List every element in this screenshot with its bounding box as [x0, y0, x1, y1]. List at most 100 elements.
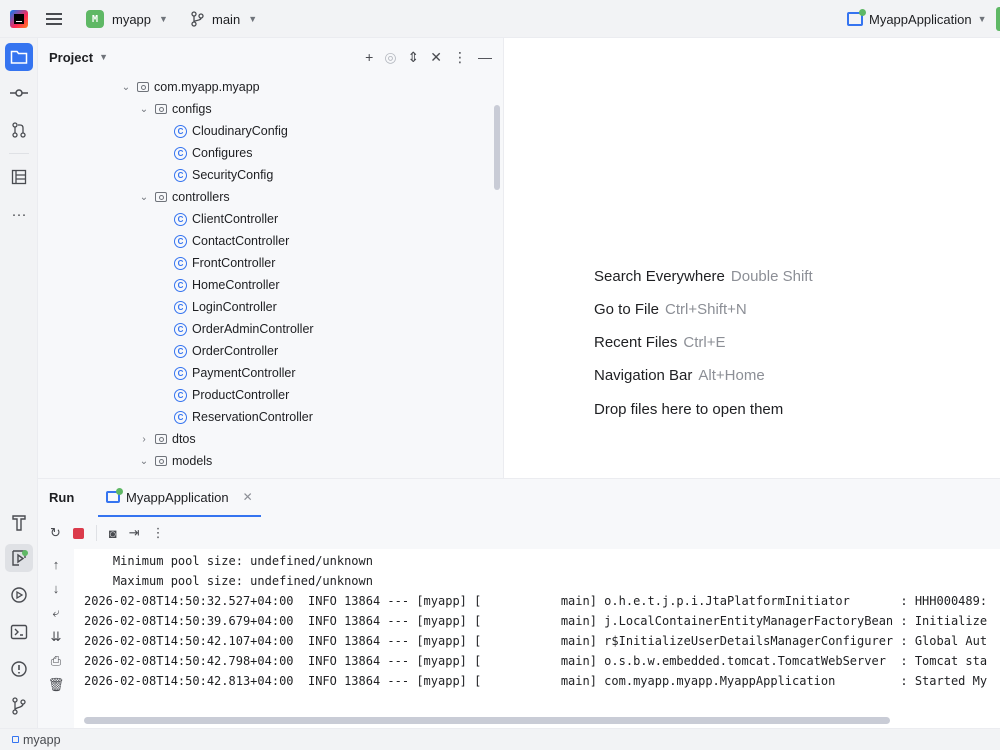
hint-go-to-file[interactable]: Go to File Ctrl+Shift+N — [594, 301, 747, 318]
project-scrollbar[interactable] — [494, 105, 500, 190]
class-icon: C — [174, 146, 187, 160]
structure-tool-button[interactable] — [5, 163, 33, 191]
hint-label: Drop files here to open them — [594, 401, 784, 418]
terminal-tool-button[interactable] — [5, 618, 33, 646]
pull-request-icon — [12, 122, 26, 138]
problems-tool-button[interactable] — [5, 655, 33, 683]
tree-item[interactable]: C HomeController — [174, 274, 280, 296]
more-tools-button[interactable]: ··· — [5, 200, 33, 228]
tree-item[interactable]: ⌄ controllers — [138, 186, 230, 208]
project-view-selector[interactable]: Project ▼ — [49, 50, 108, 65]
branch-switcher[interactable]: main ▼ — [190, 0, 257, 38]
print-icon[interactable]: ⎙ — [47, 653, 65, 669]
class-icon: C — [174, 234, 187, 248]
hint-shortcut: Double Shift — [730, 268, 813, 285]
status-bar: myapp — [0, 728, 1000, 750]
new-file-icon[interactable]: + — [365, 49, 373, 65]
tree-item[interactable]: C ClientController — [174, 208, 278, 230]
build-tool-button[interactable] — [5, 508, 33, 536]
tree-item[interactable]: C Configures — [174, 142, 252, 164]
ide-logo-icon[interactable] — [10, 10, 28, 28]
problems-icon — [11, 661, 27, 677]
trash-icon[interactable]: 🗑 — [47, 677, 65, 693]
chevron-down-icon: ▼ — [977, 14, 987, 24]
tree-item[interactable]: C LoginController — [174, 296, 277, 318]
tree-item[interactable]: C ContactController — [174, 230, 289, 252]
hint-navigation-bar[interactable]: Navigation Bar Alt+Home — [594, 367, 765, 384]
run-tabs: Run MyappApplication ✕ — [38, 479, 1000, 517]
console-output[interactable]: Minimum pool size: undefined/unknown Max… — [74, 549, 1000, 729]
git-tool-button[interactable] — [5, 692, 33, 720]
chevron-down-icon: ▼ — [99, 52, 108, 62]
more-options-icon[interactable]: ⋮ — [152, 525, 165, 541]
exit-icon[interactable]: ⇥ — [129, 525, 140, 541]
console-actions: ↑ ↓ ⤶ ⇊ ⎙ 🗑 — [38, 549, 74, 729]
collapsed-arrow-icon[interactable]: › — [138, 434, 150, 445]
project-panel-header: Project ▼ + ◎ ⇕ ✕ ⋮ — — [38, 38, 503, 76]
pull-requests-tool-button[interactable] — [5, 116, 33, 144]
locate-file-icon[interactable]: ◎ — [384, 49, 396, 66]
package-icon — [155, 192, 167, 202]
expand-arrow-icon[interactable]: ⌄ — [138, 192, 150, 203]
tree-item[interactable]: C OrderController — [174, 340, 278, 362]
camera-icon[interactable]: ◙ — [109, 526, 117, 541]
expand-all-icon[interactable]: ⇕ — [408, 49, 420, 66]
tab-myapp-application[interactable]: MyappApplication ✕ — [98, 479, 261, 517]
tree-item[interactable]: C SecurityConfig — [174, 164, 273, 186]
hide-panel-icon[interactable]: — — [478, 49, 492, 65]
hint-shortcut: Ctrl+E — [683, 334, 726, 351]
tree-item[interactable]: C CloudinaryConfig — [174, 120, 288, 142]
tree-item-label: HomeController — [192, 278, 280, 292]
scroll-down-icon[interactable]: ↓ — [47, 581, 65, 596]
tree-item[interactable]: C PaymentController — [174, 362, 296, 384]
close-icon[interactable]: ✕ — [243, 490, 253, 504]
tree-item[interactable]: C OrderAdminController — [174, 318, 314, 340]
project-tool-button[interactable] — [5, 43, 33, 71]
hint-label: Recent Files — [594, 334, 678, 351]
expand-arrow-icon[interactable]: ⌄ — [138, 104, 150, 115]
console-horizontal-scrollbar[interactable] — [84, 717, 890, 724]
run-tool-button[interactable] — [5, 544, 33, 572]
stop-icon[interactable] — [72, 527, 84, 539]
hint-search-everywhere[interactable]: Search Everywhere Double Shift — [594, 268, 813, 285]
project-badge: M — [86, 10, 104, 28]
expand-arrow-icon[interactable]: ⌄ — [138, 456, 150, 467]
run-tool-window: Run MyappApplication ✕ ↻ ◙ ⇥ ⋮ ↑ ↓ ⤶ ⇊ ⎙… — [38, 478, 1000, 729]
tree-item-label: controllers — [172, 190, 230, 204]
project-panel-title: Project — [49, 49, 94, 65]
class-icon: C — [174, 124, 187, 138]
hint-label: Search Everywhere — [594, 268, 725, 285]
options-icon[interactable]: ⋮ — [453, 49, 467, 66]
console-line: 2026-02-08T14:50:42.813+04:00 INFO 13864… — [84, 674, 988, 688]
services-icon — [11, 587, 27, 603]
tree-item-label: SecurityConfig — [192, 168, 274, 182]
tree-item-label: ProductController — [192, 388, 290, 402]
class-icon: C — [174, 256, 187, 270]
scroll-up-icon[interactable]: ↑ — [47, 557, 65, 572]
console-line: 2026-02-08T14:50:32.527+04:00 INFO 13864… — [84, 594, 988, 608]
tree-item[interactable]: C ProductController — [174, 384, 289, 406]
tree-item-label: OrderController — [192, 344, 279, 358]
tree-item[interactable]: ⌄ configs — [138, 98, 212, 120]
tree-item-label: ClientController — [192, 212, 279, 226]
services-tool-button[interactable] — [5, 581, 33, 609]
project-panel: Project ▼ + ◎ ⇕ ✕ ⋮ — ⌄ com.myapp.myapp … — [38, 38, 504, 478]
collapse-all-icon[interactable]: ✕ — [430, 49, 442, 66]
soft-wrap-icon[interactable]: ⤶ — [47, 605, 65, 621]
tree-item[interactable]: C ReservationController — [174, 406, 313, 428]
tree-item[interactable]: › dtos — [138, 428, 195, 450]
run-configuration-selector[interactable]: MyappApplication ▼ — [847, 0, 987, 38]
rerun-icon[interactable]: ↻ — [50, 525, 61, 541]
tree-item[interactable]: ⌄ models — [138, 450, 213, 472]
main-menu-icon[interactable] — [46, 0, 64, 38]
project-switcher[interactable]: M myapp ▼ — [86, 0, 168, 38]
commit-tool-button[interactable] — [5, 79, 33, 107]
scroll-to-end-icon[interactable]: ⇊ — [47, 629, 65, 645]
folder-icon — [10, 50, 28, 64]
tree-item[interactable]: ⌄ com.myapp.myapp — [120, 76, 260, 98]
status-project-name[interactable]: myapp — [23, 733, 61, 747]
expand-arrow-icon[interactable]: ⌄ — [120, 82, 132, 93]
run-button[interactable] — [996, 7, 1000, 31]
hint-recent-files[interactable]: Recent Files Ctrl+E — [594, 334, 725, 351]
tree-item[interactable]: C FrontController — [174, 252, 275, 274]
